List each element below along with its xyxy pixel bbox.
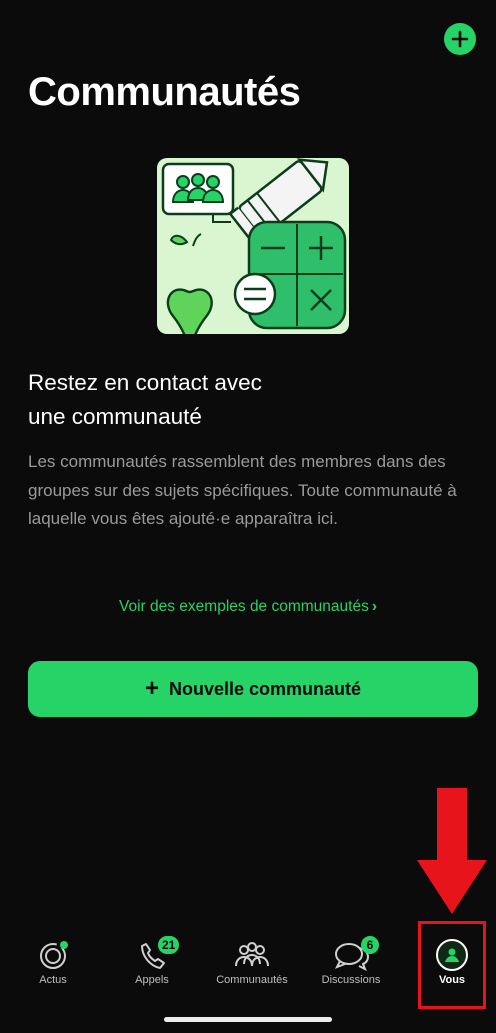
see-examples-link[interactable]: Voir des exemples de communautés › bbox=[0, 598, 496, 616]
heading-line-2: une communauté bbox=[28, 404, 202, 429]
annotation-highlight-box bbox=[418, 921, 486, 1009]
chats-icon: 6 bbox=[331, 936, 379, 972]
tab-actus[interactable]: Actus bbox=[5, 930, 101, 996]
chevron-right-icon: › bbox=[371, 598, 378, 615]
add-community-button[interactable] bbox=[444, 23, 476, 55]
home-indicator bbox=[164, 1017, 332, 1022]
heading-line-1: Restez en contact avec bbox=[28, 370, 262, 395]
empty-state-heading: Restez en contact avec une communauté bbox=[28, 366, 448, 434]
tab-communautes-label: Communautés bbox=[216, 974, 288, 986]
phone-icon: 21 bbox=[132, 936, 180, 972]
tab-appels-label: Appels bbox=[135, 974, 169, 986]
page-title: Communautés bbox=[28, 70, 301, 114]
empty-state-description: Les communautés rassemblent des membres … bbox=[28, 452, 457, 528]
tab-discussions[interactable]: 6 Discussions bbox=[303, 930, 399, 996]
tab-actus-label: Actus bbox=[39, 974, 67, 986]
tab-discussions-label: Discussions bbox=[321, 974, 381, 986]
plus-icon bbox=[451, 30, 469, 48]
communities-illustration-icon bbox=[157, 158, 349, 334]
plus-icon: + bbox=[144, 675, 159, 702]
calls-badge: 21 bbox=[158, 936, 180, 954]
status-icon bbox=[33, 936, 73, 972]
discussions-badge: 6 bbox=[361, 936, 379, 954]
new-community-label: Nouvelle communauté bbox=[168, 678, 362, 699]
community-icon bbox=[232, 936, 272, 972]
tab-communautes[interactable]: Communautés bbox=[204, 930, 300, 996]
new-community-button[interactable]: + Nouvelle communauté bbox=[28, 661, 478, 717]
see-examples-label: Voir des exemples de communautés bbox=[118, 598, 369, 615]
tab-appels[interactable]: 21 Appels bbox=[104, 930, 200, 996]
annotation-arrow-icon bbox=[417, 788, 487, 914]
